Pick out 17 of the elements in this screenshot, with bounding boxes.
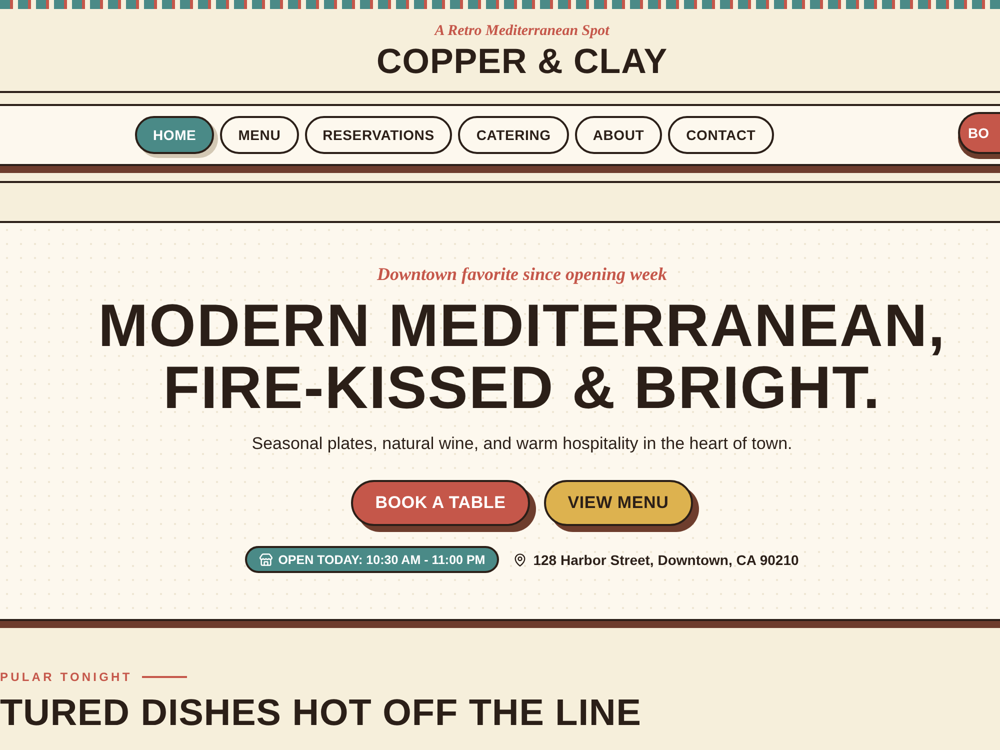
section-title: TURED DISHES HOT OFF THE LINE bbox=[0, 692, 642, 734]
brand-tagline: A Retro Mediterranean Spot bbox=[434, 22, 610, 40]
nav-tab[interactable]: ABOUT bbox=[574, 116, 662, 154]
hero-headline: MODERN MEDITERRANEAN, FIRE-KISSED & BRIGHT. bbox=[98, 295, 946, 419]
eyebrow-rule bbox=[142, 676, 188, 678]
hours-text: OPEN TODAY: 10:30 AM - 11:00 PM bbox=[278, 552, 486, 566]
nav-tab[interactable]: CATERING bbox=[458, 116, 569, 154]
nav-tab[interactable]: RESERVATIONS bbox=[304, 116, 452, 154]
nav-tab[interactable]: CONTACT bbox=[668, 116, 774, 154]
address-text: 128 Harbor Street, Downtown, CA 90210 bbox=[533, 552, 799, 568]
hero-kicker: Downtown favorite since opening week bbox=[376, 263, 667, 285]
location-pin-icon bbox=[513, 552, 528, 566]
hero-subtitle: Seasonal plates, natural wine, and warm hospitality in the heart of town. bbox=[252, 433, 792, 455]
brand-logo-text[interactable]: COPPER & CLAY bbox=[376, 42, 668, 82]
store-icon bbox=[259, 552, 274, 566]
nav-tab[interactable]: MENU bbox=[220, 116, 299, 154]
section-eyebrow: PULAR TONIGHT bbox=[0, 670, 132, 684]
